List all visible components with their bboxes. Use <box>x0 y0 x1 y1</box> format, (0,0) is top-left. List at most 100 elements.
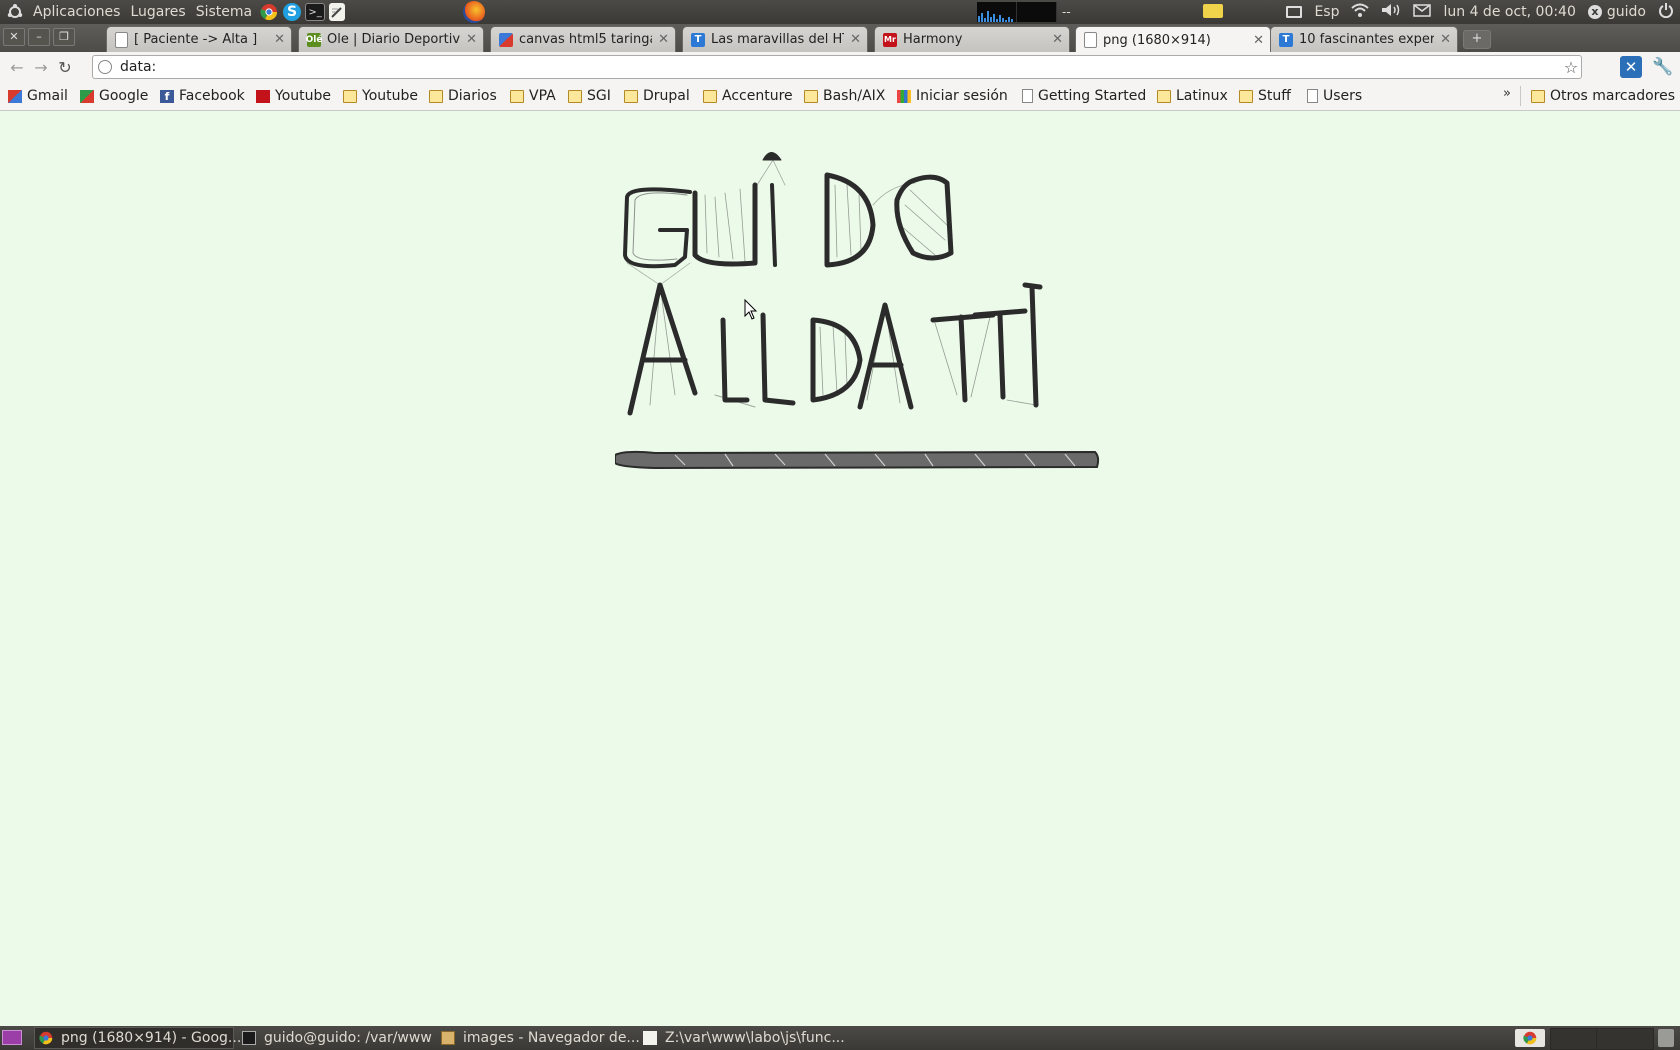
chrome-launcher-icon[interactable] <box>259 2 279 22</box>
tab-close-icon[interactable]: ✕ <box>466 32 477 47</box>
workspace-switcher-2[interactable] <box>1596 1028 1654 1050</box>
menu-aplicaciones[interactable]: Aplicaciones <box>28 0 125 24</box>
bookmarks-overflow-chevron-icon[interactable]: » <box>1503 86 1511 101</box>
folder-icon <box>429 89 443 103</box>
keyboard-layout[interactable]: Esp <box>1314 4 1339 20</box>
ubuntu-logo-icon[interactable] <box>6 3 24 21</box>
reload-icon[interactable]: ↻ <box>54 56 76 78</box>
site-info-icon[interactable] <box>98 60 112 74</box>
volume-icon[interactable] <box>1381 3 1401 21</box>
back-arrow-icon[interactable]: ← <box>6 56 28 78</box>
taskbar-chrome-window[interactable]: png (1680×914) - Goog... <box>34 1027 241 1049</box>
show-desktop-icon[interactable] <box>2 1030 22 1045</box>
file-browser-icon <box>441 1031 455 1045</box>
clock[interactable]: lun 4 de oct, 00:40 <box>1443 4 1575 20</box>
window-close-icon[interactable]: ✕ <box>3 28 25 46</box>
tab-close-icon[interactable]: ✕ <box>1253 33 1264 48</box>
page-icon <box>1022 89 1033 103</box>
folder-icon <box>624 89 638 103</box>
bookmark-getting-started[interactable]: Getting Started <box>1022 82 1146 110</box>
tab-ole[interactable]: Olé Ole | Diario Deportivo ✕ <box>298 26 484 52</box>
bookmark-iniciar-sesion[interactable]: Iniciar sesión <box>897 82 1008 110</box>
text-editor-launcher-icon[interactable] <box>329 3 346 21</box>
bookmark-gmail[interactable]: Gmail <box>8 82 68 110</box>
page-icon <box>1307 89 1318 103</box>
top-panel: Aplicaciones Lugares Sistema S >_ -- Esp… <box>0 0 1680 24</box>
tab-canvas-html5[interactable]: canvas html5 taringa... ✕ <box>490 26 676 52</box>
tab-fascinantes[interactable]: T 10 fascinantes experi... ✕ <box>1270 26 1458 52</box>
bookmark-youtube[interactable]: Youtube <box>256 82 331 110</box>
bookmark-folder-otros-marcadores[interactable]: Otros marcadores <box>1531 82 1675 110</box>
bookmark-folder-diarios[interactable]: Diarios <box>429 82 497 110</box>
user-name: guido <box>1606 4 1646 20</box>
letters-alldatti <box>626 262 1043 416</box>
window-restore-icon[interactable]: ❐ <box>53 28 75 46</box>
firefox-launcher-icon[interactable] <box>463 1 485 23</box>
power-icon[interactable] <box>1658 2 1674 22</box>
bookmarks-bar: Gmail Google f Facebook Youtube Youtube … <box>0 82 1680 111</box>
folder-icon <box>703 89 717 103</box>
mail-icon[interactable] <box>1413 3 1432 21</box>
ole-favicon-icon: Olé <box>305 32 323 47</box>
tab-harmony[interactable]: Mr Harmony ✕ <box>874 26 1070 52</box>
window-minimize-icon[interactable]: – <box>28 28 50 46</box>
bookmark-folder-youtube[interactable]: Youtube <box>343 82 418 110</box>
browser-toolbar: ← → ↻ ☆ ✕ 🔧 <box>0 52 1680 82</box>
harmony-favicon-icon: Mr <box>883 32 897 47</box>
skype-launcher-icon[interactable]: S <box>283 3 302 21</box>
page-icon <box>115 31 128 48</box>
tab-paciente-alta[interactable]: [ Paciente -> Alta ] ✕ <box>106 26 292 52</box>
tab-maravillas-html[interactable]: T Las maravillas del HT... ✕ <box>682 26 868 52</box>
bookmark-folder-sgi[interactable]: SGI <box>568 82 611 110</box>
bookmark-folder-drupal[interactable]: Drupal <box>624 82 690 110</box>
bookmark-folder-latinux[interactable]: Latinux <box>1157 82 1228 110</box>
trash-icon[interactable] <box>1658 1029 1674 1047</box>
bookmark-folder-vpa[interactable]: VPA <box>510 82 556 110</box>
terminal-launcher-icon[interactable]: >_ <box>305 3 326 21</box>
extension-icon[interactable]: ✕ <box>1620 56 1642 78</box>
folder-icon <box>1531 89 1545 103</box>
bookmark-folder-stuff[interactable]: Stuff <box>1239 82 1291 110</box>
tab-close-icon[interactable]: ✕ <box>274 32 285 47</box>
menu-sistema[interactable]: Sistema <box>191 0 257 24</box>
folder-icon <box>1157 89 1171 103</box>
gmail-favicon-icon <box>8 89 22 103</box>
taskbar-terminal-window[interactable]: guido@guido: /var/www <box>238 1027 432 1049</box>
display-icon[interactable] <box>1286 6 1303 18</box>
tab-close-icon[interactable]: ✕ <box>658 32 669 47</box>
new-tab-button[interactable]: + <box>1463 30 1491 49</box>
bookmark-folder-bash-aix[interactable]: Bash/AIX <box>804 82 885 110</box>
tab-close-icon[interactable]: ✕ <box>1440 32 1451 47</box>
folder-icon <box>343 89 357 103</box>
tab-png-active[interactable]: png (1680×914) ✕ <box>1075 26 1271 53</box>
menu-lugares[interactable]: Lugares <box>125 0 190 24</box>
wrench-menu-icon[interactable]: 🔧 <box>1652 56 1673 78</box>
tray-chrome-icon[interactable] <box>1515 1029 1545 1047</box>
bookmark-google[interactable]: Google <box>80 82 148 110</box>
bookmarks-separator <box>1520 86 1521 106</box>
wifi-icon[interactable] <box>1351 3 1370 21</box>
bookmark-facebook[interactable]: f Facebook <box>160 82 245 110</box>
folder-icon <box>804 89 818 103</box>
bookmark-folder-accenture[interactable]: Accenture <box>703 82 793 110</box>
address-bar[interactable]: ☆ <box>92 55 1582 79</box>
tab-close-icon[interactable]: ✕ <box>850 32 861 47</box>
tab-close-icon[interactable]: ✕ <box>1052 32 1063 47</box>
system-monitor-graph[interactable] <box>977 2 1057 22</box>
underline-stroke <box>615 450 1100 470</box>
url-input[interactable] <box>118 58 1561 76</box>
taringa-favicon-icon: T <box>1279 32 1293 47</box>
taskbar-editor-window[interactable]: Z:\var\www\labo\js\func... <box>639 1027 845 1049</box>
folder-icon <box>568 89 582 103</box>
handwritten-name-drawing <box>615 152 1100 470</box>
bookmark-users[interactable]: Users <box>1307 82 1362 110</box>
taskbar-file-browser-window[interactable]: images - Navegador de... <box>437 1027 641 1049</box>
forward-arrow-icon[interactable]: → <box>30 56 52 78</box>
bookmark-star-icon[interactable]: ☆ <box>1561 58 1581 77</box>
notification-envelope-icon[interactable] <box>1203 4 1223 18</box>
letters-guido <box>623 152 954 269</box>
user-status-icon: x <box>1587 5 1602 19</box>
system-monitor-separator: -- <box>1062 5 1071 19</box>
windows-live-favicon-icon <box>897 89 911 103</box>
user-menu[interactable]: x guido <box>1587 4 1646 20</box>
